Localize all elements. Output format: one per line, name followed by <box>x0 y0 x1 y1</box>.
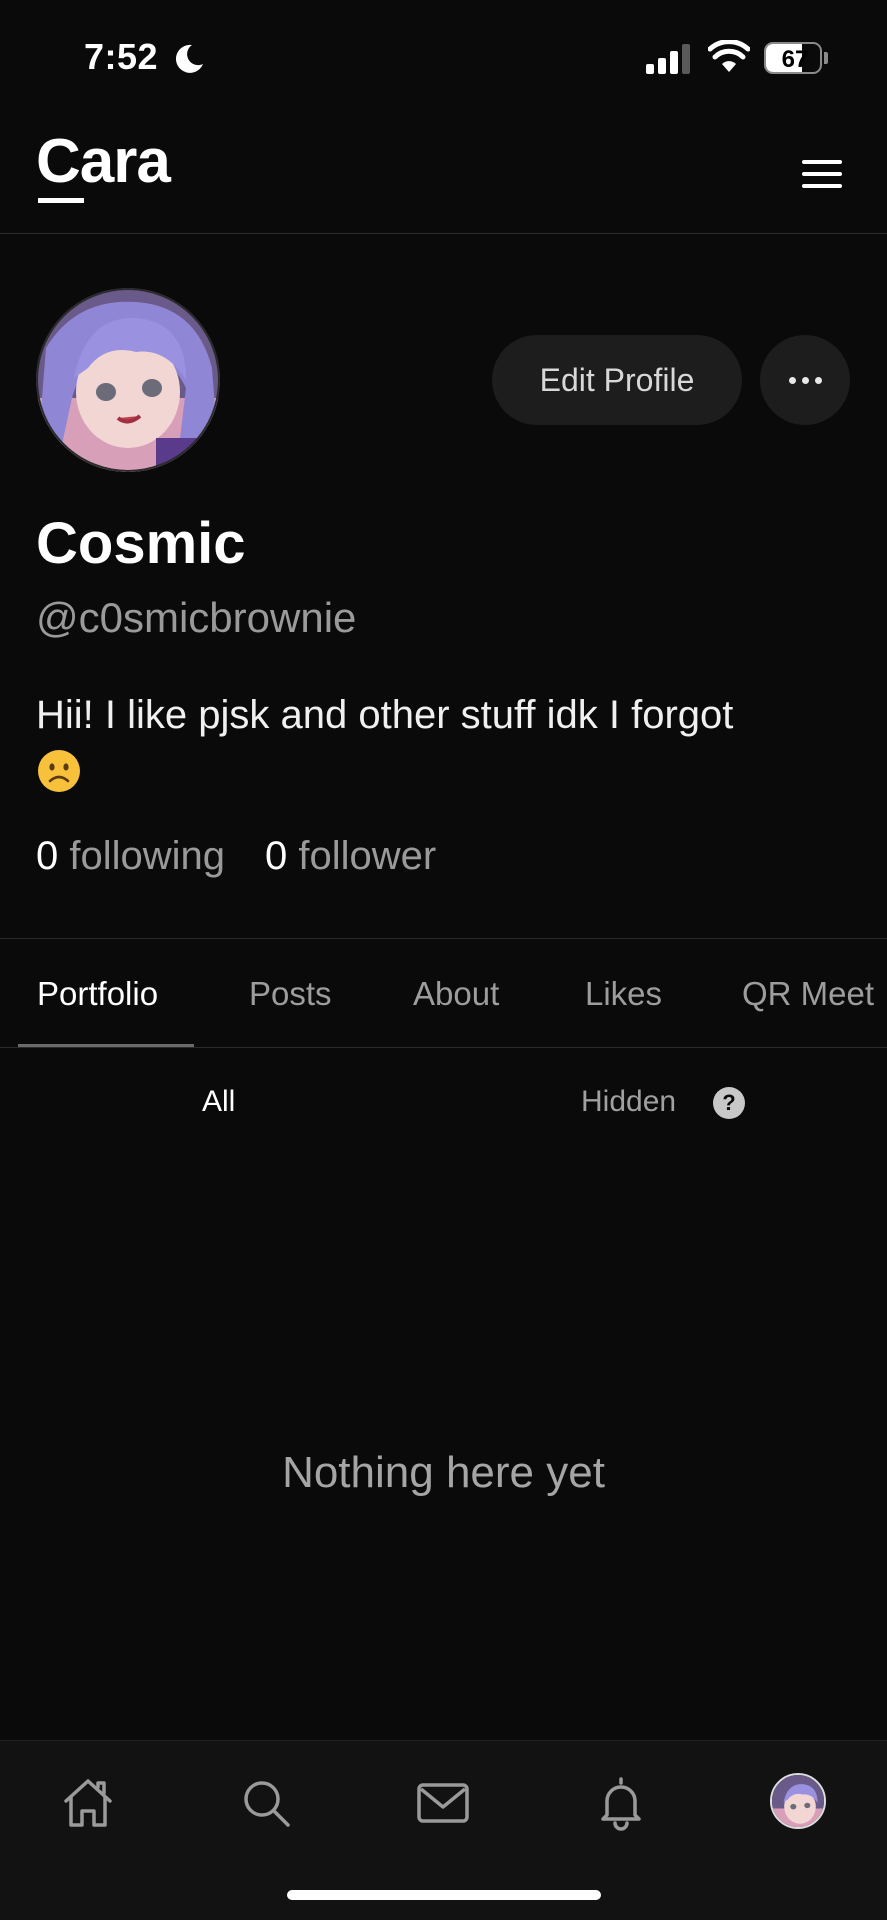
more-options-icon[interactable] <box>760 335 850 425</box>
follower-stat[interactable]: 0 follower <box>265 834 436 879</box>
profile-stats: 0 following 0 follower <box>36 834 436 879</box>
empty-state-message: Nothing here yet <box>282 1448 605 1497</box>
avatar-illustration <box>36 288 220 472</box>
profile-avatar[interactable] <box>36 288 220 472</box>
profile-tabs: Portfolio Posts About Likes QR Meet <box>0 938 887 1048</box>
home-icon[interactable] <box>58 1773 118 1833</box>
follower-count: 0 <box>265 834 288 878</box>
tab-posts[interactable]: Posts <box>249 975 332 1013</box>
bio-text: Hii! I like pjsk and other stuff idk I f… <box>36 693 734 737</box>
search-icon[interactable] <box>236 1773 296 1833</box>
edit-profile-button[interactable]: Edit Profile <box>492 335 742 425</box>
app-header: Cara <box>0 110 887 234</box>
tab-likes[interactable]: Likes <box>585 975 662 1013</box>
display-name: Cosmic <box>36 511 246 576</box>
following-label: following <box>69 834 226 878</box>
subtab-all[interactable]: All <box>202 1085 235 1119</box>
logo-underline <box>38 198 84 203</box>
following-stat[interactable]: 0 following <box>36 834 225 879</box>
help-icon[interactable]: ? <box>713 1087 745 1119</box>
follower-label: follower <box>298 834 437 878</box>
profile-bio: Hii! I like pjsk and other stuff idk I f… <box>36 688 856 794</box>
wifi-icon <box>708 40 750 72</box>
nav-avatar-illustration <box>772 1775 824 1827</box>
home-indicator[interactable] <box>287 1890 601 1900</box>
hamburger-menu-icon[interactable] <box>798 154 848 194</box>
battery-body: 67 <box>764 42 822 74</box>
battery-percent: 67 <box>781 46 809 73</box>
battery-nub <box>824 52 828 64</box>
following-count: 0 <box>36 834 59 878</box>
subtab-hidden[interactable]: Hidden <box>581 1085 676 1119</box>
tab-portfolio[interactable]: Portfolio <box>37 975 158 1013</box>
active-tab-indicator <box>18 1044 194 1047</box>
moon-icon <box>175 44 203 73</box>
tab-about[interactable]: About <box>413 975 499 1013</box>
cellular-signal-icon <box>646 44 690 74</box>
bell-icon[interactable] <box>591 1773 651 1833</box>
cara-logo[interactable]: Cara <box>36 126 171 197</box>
frown-emoji-icon <box>38 750 80 792</box>
status-bar: 7:52 67 <box>0 0 887 110</box>
battery-indicator: 67 <box>764 42 828 74</box>
tab-qr-meet[interactable]: QR Meet <box>742 975 874 1013</box>
nav-profile-avatar[interactable] <box>770 1773 826 1829</box>
profile-page: 7:52 67 Cara Edit Profile Cosmic @c0smic… <box>0 0 887 1920</box>
status-time: 7:52 <box>84 36 159 77</box>
user-handle: @c0smicbrownie <box>36 594 357 641</box>
mail-icon[interactable] <box>413 1773 473 1833</box>
